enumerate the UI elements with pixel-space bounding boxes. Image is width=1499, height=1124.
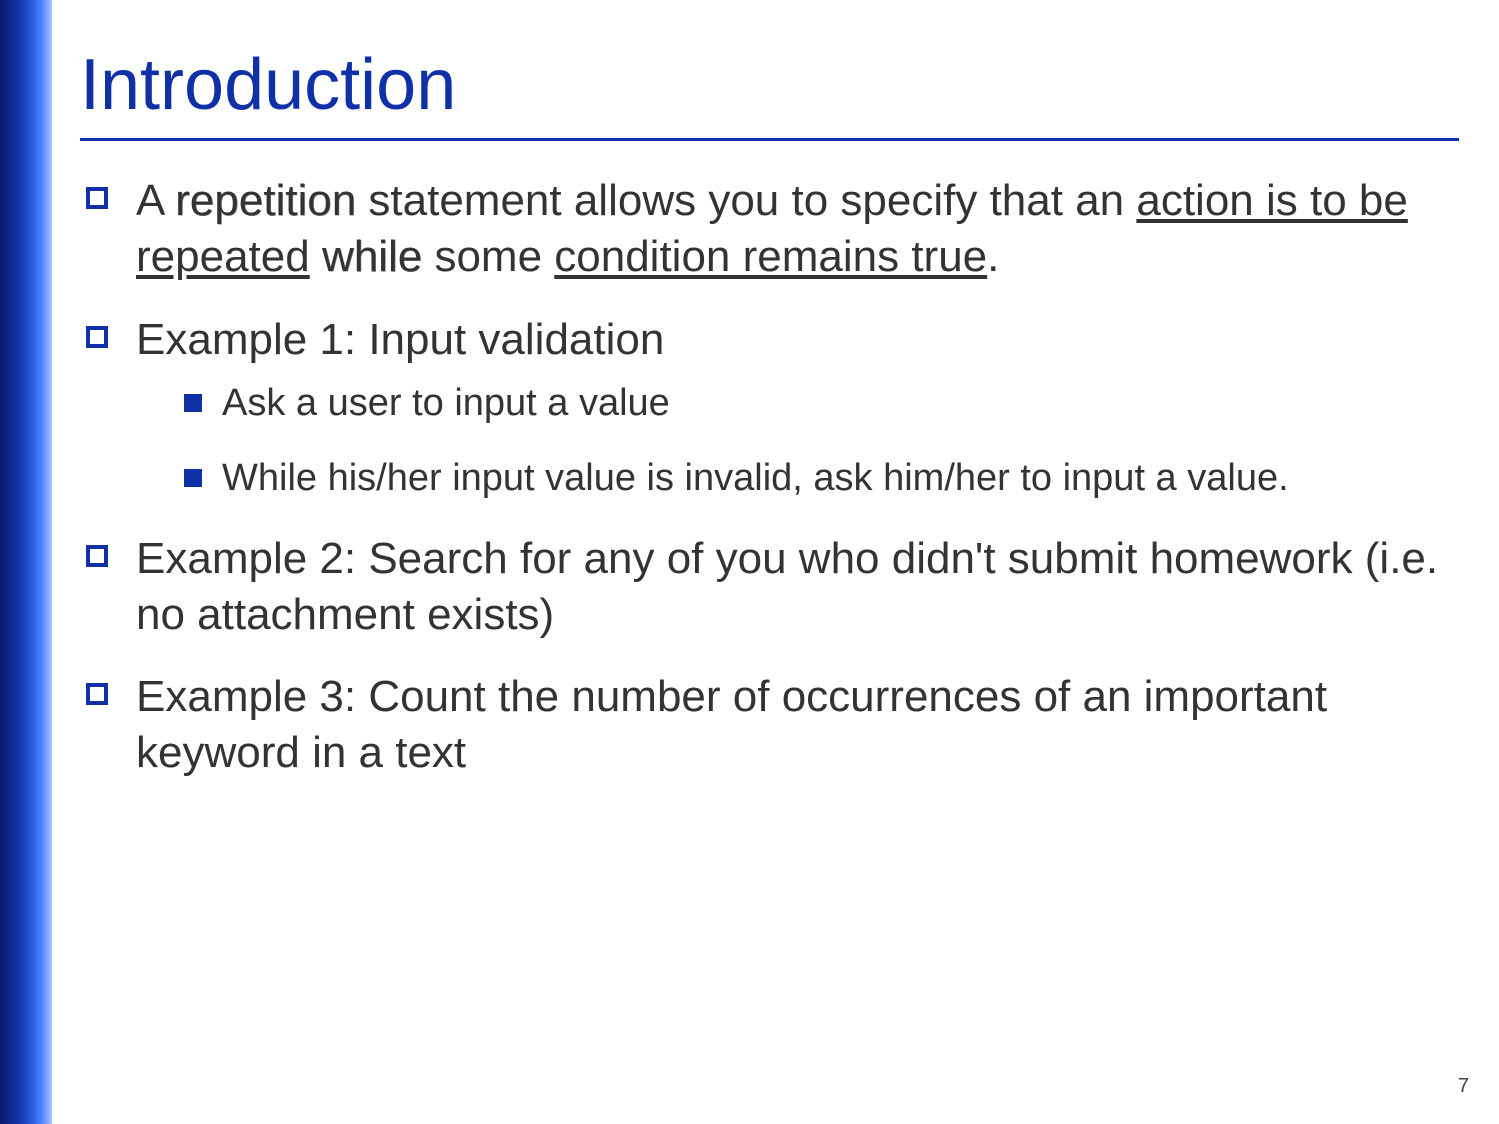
bullet-text: Example 1: Input validation bbox=[136, 315, 664, 364]
left-accent-bar bbox=[0, 0, 52, 1124]
text-fragment: . bbox=[987, 232, 999, 281]
keyword-repetition: repetition bbox=[175, 176, 356, 225]
sub-bullet-text: Ask a user to input a value bbox=[222, 382, 670, 424]
bullet-list: A repetition statement allows you to spe… bbox=[80, 173, 1459, 782]
sub-bullet-while-invalid: While his/her input value is invalid, as… bbox=[180, 453, 1459, 504]
slide-title: Introduction bbox=[80, 44, 1459, 126]
bullet-text: Example 3: Count the number of occurrenc… bbox=[136, 672, 1327, 777]
text-fragment: A bbox=[136, 176, 175, 225]
sub-bullet-list: Ask a user to input a value While his/he… bbox=[180, 378, 1459, 505]
bullet-example-2: Example 2: Search for any of you who did… bbox=[80, 531, 1459, 644]
text-fragment: some bbox=[422, 232, 554, 281]
title-underline bbox=[80, 138, 1459, 141]
bullet-text: Example 2: Search for any of you who did… bbox=[136, 534, 1438, 639]
keyword-while: while bbox=[322, 232, 422, 281]
bullet-example-1: Example 1: Input validation Ask a user t… bbox=[80, 312, 1459, 505]
slide-content: Introduction A repetition statement allo… bbox=[80, 44, 1459, 808]
slide: Introduction A repetition statement allo… bbox=[0, 0, 1499, 1124]
sub-bullet-text: While his/her input value is invalid, as… bbox=[222, 457, 1289, 499]
text-fragment bbox=[310, 232, 322, 281]
page-number: 7 bbox=[1458, 1075, 1469, 1098]
bullet-example-3: Example 3: Count the number of occurrenc… bbox=[80, 669, 1459, 782]
sub-bullet-ask-input: Ask a user to input a value bbox=[180, 378, 1459, 429]
bullet-repetition-definition: A repetition statement allows you to spe… bbox=[80, 173, 1459, 286]
underlined-condition: condition remains true bbox=[554, 232, 987, 281]
text-fragment: statement allows you to specify that an bbox=[356, 176, 1136, 225]
